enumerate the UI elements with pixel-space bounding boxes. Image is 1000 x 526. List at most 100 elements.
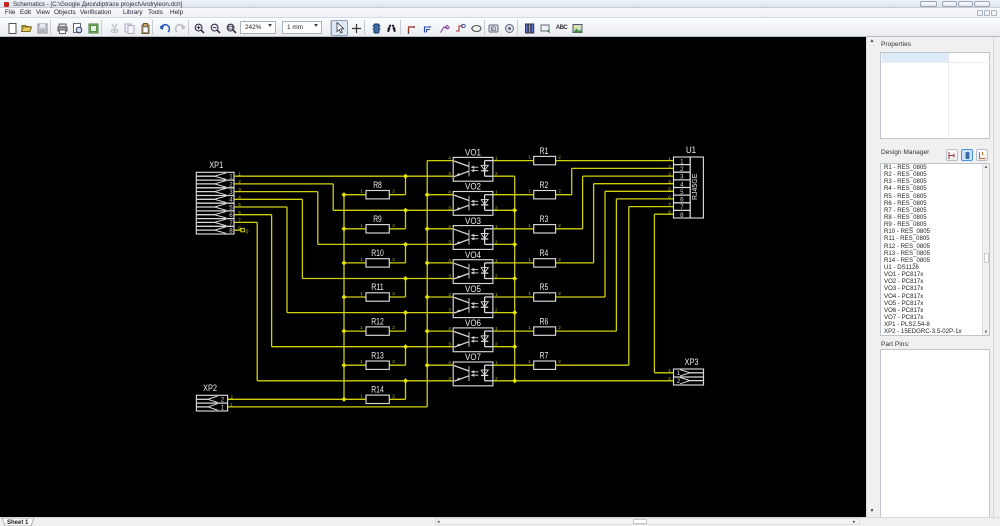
svg-text:5: 5 <box>668 187 671 192</box>
svg-text:1: 1 <box>360 359 363 364</box>
svg-text:1: 1 <box>221 404 225 411</box>
svg-text:2: 2 <box>495 205 498 210</box>
svg-text:4: 4 <box>448 190 451 195</box>
svg-text:3: 3 <box>448 205 451 210</box>
svg-text:XP1: XP1 <box>209 160 223 170</box>
svg-text:3: 3 <box>229 189 233 196</box>
svg-text:R9: R9 <box>373 214 382 224</box>
svg-text:VO6: VO6 <box>465 318 481 328</box>
svg-text:U1: U1 <box>686 145 696 155</box>
svg-text:8: 8 <box>238 225 241 230</box>
svg-text:R11: R11 <box>371 282 384 292</box>
svg-text:2: 2 <box>495 239 498 244</box>
svg-text:R5: R5 <box>540 282 549 292</box>
svg-text:3: 3 <box>448 171 451 176</box>
svg-text:R8: R8 <box>373 180 382 190</box>
svg-text:1: 1 <box>495 224 498 229</box>
svg-text:R14: R14 <box>371 385 384 395</box>
svg-text:1: 1 <box>677 370 681 377</box>
svg-text:2: 2 <box>558 155 561 160</box>
svg-text:7: 7 <box>229 220 233 227</box>
svg-text:1: 1 <box>528 155 531 160</box>
svg-text:4: 4 <box>448 258 451 263</box>
svg-text:2: 2 <box>392 223 395 228</box>
svg-text:2: 2 <box>668 164 671 169</box>
svg-text:VO1: VO1 <box>465 148 481 158</box>
svg-text:3: 3 <box>448 376 451 381</box>
svg-text:2: 2 <box>558 189 561 194</box>
svg-text:4: 4 <box>448 156 451 161</box>
svg-text:2: 2 <box>495 376 498 381</box>
svg-text:6: 6 <box>229 212 233 219</box>
svg-text:4: 4 <box>448 326 451 331</box>
svg-text:7: 7 <box>680 204 684 211</box>
svg-text:3: 3 <box>668 172 671 177</box>
svg-text:1: 1 <box>668 156 671 161</box>
svg-text:2: 2 <box>230 395 233 400</box>
svg-text:R4: R4 <box>540 248 549 258</box>
svg-text:3: 3 <box>680 174 684 181</box>
svg-text:1: 1 <box>528 325 531 330</box>
svg-text:1: 1 <box>238 171 241 176</box>
svg-text:VO7: VO7 <box>465 352 481 362</box>
svg-text:1: 1 <box>528 359 531 364</box>
svg-text:1: 1 <box>360 393 363 398</box>
svg-text:3: 3 <box>448 239 451 244</box>
svg-text:7: 7 <box>668 202 671 207</box>
svg-text:2: 2 <box>392 359 395 364</box>
svg-text:3: 3 <box>448 308 451 313</box>
svg-text:1: 1 <box>528 257 531 262</box>
svg-text:6: 6 <box>238 210 241 215</box>
svg-text:2: 2 <box>558 257 561 262</box>
svg-text:2: 2 <box>680 166 684 173</box>
svg-text:5: 5 <box>238 202 241 207</box>
svg-text:1: 1 <box>495 258 498 263</box>
svg-text:1: 1 <box>360 189 363 194</box>
svg-text:2: 2 <box>495 171 498 176</box>
svg-text:1: 1 <box>528 291 531 296</box>
svg-text:2: 2 <box>221 397 225 404</box>
svg-text:2: 2 <box>677 378 681 385</box>
svg-text:Sheet 1: Sheet 1 <box>7 520 29 526</box>
svg-text:6: 6 <box>668 194 671 199</box>
svg-text:2: 2 <box>392 393 395 398</box>
svg-text:4: 4 <box>668 179 671 184</box>
svg-text:4: 4 <box>448 360 451 365</box>
svg-text:R2: R2 <box>540 180 549 190</box>
svg-text:2: 2 <box>495 274 498 279</box>
svg-text:7: 7 <box>238 218 241 223</box>
svg-text:2: 2 <box>558 223 561 228</box>
svg-text:1: 1 <box>360 223 363 228</box>
svg-text:1: 1 <box>360 325 363 330</box>
svg-text:2: 2 <box>238 179 241 184</box>
svg-text:RJ45GE: RJ45GE <box>692 173 699 200</box>
svg-text:8: 8 <box>668 210 671 215</box>
svg-text:2: 2 <box>558 325 561 330</box>
svg-text:4: 4 <box>448 224 451 229</box>
svg-text:R1: R1 <box>540 146 549 156</box>
svg-text:2: 2 <box>392 257 395 262</box>
svg-text:1: 1 <box>229 174 233 181</box>
svg-text:1: 1 <box>495 326 498 331</box>
svg-text:2: 2 <box>558 291 561 296</box>
svg-text:1: 1 <box>495 292 498 297</box>
svg-text:1: 1 <box>495 190 498 195</box>
svg-text:1: 1 <box>230 402 233 407</box>
svg-text:VO3: VO3 <box>465 216 481 226</box>
svg-text:ID: ID <box>490 27 497 33</box>
svg-text:1: 1 <box>495 156 498 161</box>
svg-text:1: 1 <box>360 257 363 262</box>
svg-text:4: 4 <box>238 195 241 200</box>
svg-text:VO5: VO5 <box>465 284 481 294</box>
svg-text:1: 1 <box>495 360 498 365</box>
svg-text:2: 2 <box>392 325 395 330</box>
svg-text:R3: R3 <box>540 214 549 224</box>
svg-text:2: 2 <box>668 376 671 381</box>
svg-text:2: 2 <box>392 291 395 296</box>
svg-text:3: 3 <box>448 274 451 279</box>
svg-text:VO4: VO4 <box>465 250 481 260</box>
svg-text:4: 4 <box>229 197 233 204</box>
svg-text:5: 5 <box>680 189 684 196</box>
svg-text:3: 3 <box>448 342 451 347</box>
svg-text:2: 2 <box>392 189 395 194</box>
